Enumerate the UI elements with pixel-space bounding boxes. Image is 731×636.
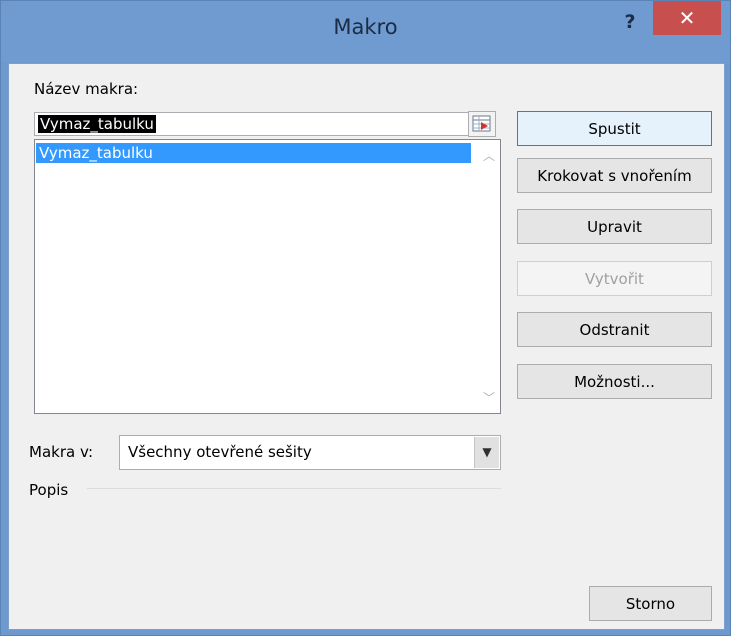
create-button: Vytvořit [517,261,712,296]
macros-in-label: Makra v: [29,443,94,461]
close-icon: ✕ [678,6,696,30]
options-button-label: Možnosti... [574,373,655,391]
options-button[interactable]: Možnosti... [517,364,712,399]
chevron-up-icon[interactable]: ︿ [479,147,499,164]
description-divider [87,488,501,489]
chevron-down-icon[interactable]: ▼ [474,437,499,468]
edit-button-label: Upravit [587,218,642,236]
create-button-label: Vytvořit [585,270,644,288]
delete-button-label: Odstranit [579,321,650,339]
step-into-button-label: Krokovat s vnořením [537,167,692,185]
cancel-button-label: Storno [625,595,676,613]
delete-button[interactable]: Odstranit [517,312,712,347]
chevron-down-icon[interactable]: ﹀ [479,389,499,406]
run-button-label: Spustit [588,120,641,138]
step-into-button[interactable]: Krokovat s vnořením [517,158,712,193]
macro-list[interactable]: Vymaz_tabulku ︿ ﹀ [34,139,501,414]
description-label: Popis [29,481,69,499]
edit-button[interactable]: Upravit [517,209,712,244]
collapse-dialog-button[interactable] [468,111,496,137]
macro-dialog: Makro ? ✕ Název makra: Vymaz_tabulku Vym… [0,0,731,636]
cancel-button[interactable]: Storno [589,586,712,621]
macro-name-input[interactable]: Vymaz_tabulku [34,112,496,136]
dialog-body: Název makra: Vymaz_tabulku Vymaz_tabulku… [8,63,725,630]
macro-name-value: Vymaz_tabulku [38,115,156,133]
title-bar[interactable]: Makro ? ✕ [1,1,730,62]
collapse-dialog-icon [472,115,491,132]
list-item[interactable]: Vymaz_tabulku [36,143,471,163]
macro-name-label: Název makra: [34,80,139,98]
close-button[interactable]: ✕ [653,1,721,35]
run-button[interactable]: Spustit [517,111,712,146]
list-scrollbar[interactable]: ︿ ﹀ [479,141,499,412]
macros-in-value: Všechny otevřené sešity [128,443,312,461]
help-button[interactable]: ? [615,7,645,37]
macros-in-select[interactable]: Všechny otevřené sešity ▼ [119,435,501,470]
